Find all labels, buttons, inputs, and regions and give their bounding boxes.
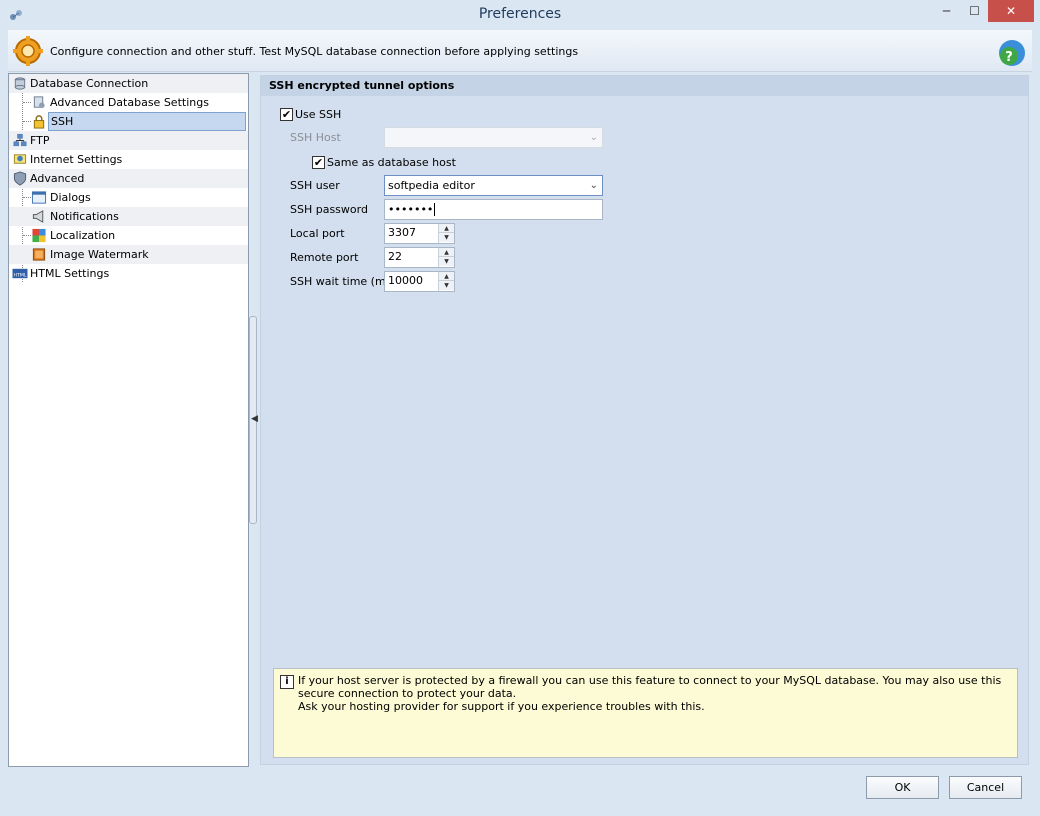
tree-item-ftp[interactable]: FTP [9,131,248,150]
same-as-db-host-label[interactable]: Same as database host [327,156,456,169]
tree-item-label: Image Watermark [50,248,149,261]
panel-splitter[interactable]: ◀ [249,316,258,524]
info-box: i If your host server is protected by a … [273,668,1018,758]
tree-item-label: Database Connection [30,77,149,90]
info-text: If your host server is protected by a fi… [298,674,1013,713]
svg-text:HTML: HTML [13,272,26,278]
remote-port-spinner[interactable]: 22 ▲ ▼ [384,247,455,268]
info-line-1: If your host server is protected by a fi… [298,674,1002,700]
chevron-down-icon: ⌄ [589,180,598,191]
spin-up-icon[interactable]: ▲ [439,272,454,281]
panel-title: SSH encrypted tunnel options [261,76,1028,96]
ok-button[interactable]: OK [866,776,939,799]
tree-item-label: Localization [50,229,116,242]
internet-settings-icon [13,154,27,164]
ssh-password-label: SSH password [290,203,368,216]
network-icon [13,133,27,147]
ssh-host-dropdown[interactable]: ⌄ [384,127,603,148]
lock-icon [33,115,45,129]
ssh-host-label: SSH Host [290,131,341,144]
tree-item-label: HTML Settings [30,267,110,280]
spin-up-icon[interactable]: ▲ [439,248,454,257]
tree-item-label: Advanced [30,172,85,185]
ssh-wait-time-spinner[interactable]: 10000 ▲ ▼ [384,271,455,292]
tree-item-dialogs[interactable]: Dialogs [9,188,248,207]
local-port-value: 3307 [388,226,416,239]
cancel-button[interactable]: Cancel [949,776,1022,799]
info-icon: i [280,675,294,689]
remote-port-label: Remote port [290,251,359,264]
spin-up-icon[interactable]: ▲ [439,224,454,233]
ssh-user-value: softpedia editor [388,179,475,192]
minimize-button[interactable]: ─ [933,0,960,22]
spin-down-icon[interactable]: ▼ [439,281,454,290]
tree-item-advanced-database-settings[interactable]: Advanced Database Settings [9,93,248,112]
settings-tree: Database Connection Advanced Database Se… [8,73,249,767]
local-port-label: Local port [290,227,345,240]
html-icon: HTML [12,268,28,278]
info-line-2: Ask your hosting provider for support if… [298,700,705,713]
close-button[interactable]: ✕ [988,0,1034,22]
svg-text:?: ? [1005,50,1013,65]
window-title: Preferences [478,6,562,22]
ssh-user-dropdown[interactable]: softpedia editor ⌄ [384,175,603,196]
same-as-db-host-checkbox[interactable]: ✔ [312,156,325,169]
tree-item-html-settings[interactable]: HTML HTML Settings [9,264,248,283]
image-icon [32,248,46,261]
spin-down-icon[interactable]: ▼ [439,233,454,242]
tree-item-image-watermark[interactable]: Image Watermark [9,245,248,264]
tree-item-ssh[interactable]: SSH [9,112,248,131]
ssh-options-panel: SSH encrypted tunnel options ✔ Use SSH S… [260,75,1029,765]
collapse-arrow-icon[interactable]: ◀ [251,414,258,424]
shield-icon [13,171,27,186]
title-bar: Preferences ─ ☐ ✕ [0,0,1040,30]
tree-item-database-connection[interactable]: Database Connection [9,74,248,93]
ssh-wait-time-value: 10000 [388,274,423,287]
header-description: Configure connection and other stuff. Te… [50,45,579,58]
help-icon[interactable]: ? [996,37,1028,69]
tree-item-label: Dialogs [50,191,91,204]
tree-item-label: FTP [30,134,50,147]
use-ssh-checkbox[interactable]: ✔ [280,108,293,121]
gear-icon [13,36,43,66]
tree-item-label: Notifications [50,210,119,223]
tree-item-notifications[interactable]: Notifications [9,207,248,226]
ssh-user-label: SSH user [290,179,340,192]
database-icon [14,77,26,90]
ssh-password-field[interactable]: ••••••• [384,199,603,220]
puzzle-icon [32,228,46,243]
remote-port-value: 22 [388,250,402,263]
spin-down-icon[interactable]: ▼ [439,257,454,266]
dialog-icon [31,191,47,204]
ssh-password-value: ••••••• [388,203,434,216]
tree-item-internet-settings[interactable]: Internet Settings [9,150,248,169]
tree-item-localization[interactable]: Localization [9,226,248,245]
local-port-spinner[interactable]: 3307 ▲ ▼ [384,223,455,244]
tree-item-label: Advanced Database Settings [50,96,209,109]
chevron-down-icon: ⌄ [589,132,598,143]
ssh-wait-time-label: SSH wait time (ms) [290,275,396,288]
database-settings-icon [33,96,45,109]
tree-item-advanced[interactable]: Advanced [9,169,248,188]
use-ssh-label[interactable]: Use SSH [295,108,341,121]
header-banner: Configure connection and other stuff. Te… [8,30,1032,72]
maximize-button[interactable]: ☐ [961,0,988,22]
tree-item-label: SSH [48,112,246,131]
tree-item-label: Internet Settings [30,153,123,166]
megaphone-icon [32,210,44,223]
